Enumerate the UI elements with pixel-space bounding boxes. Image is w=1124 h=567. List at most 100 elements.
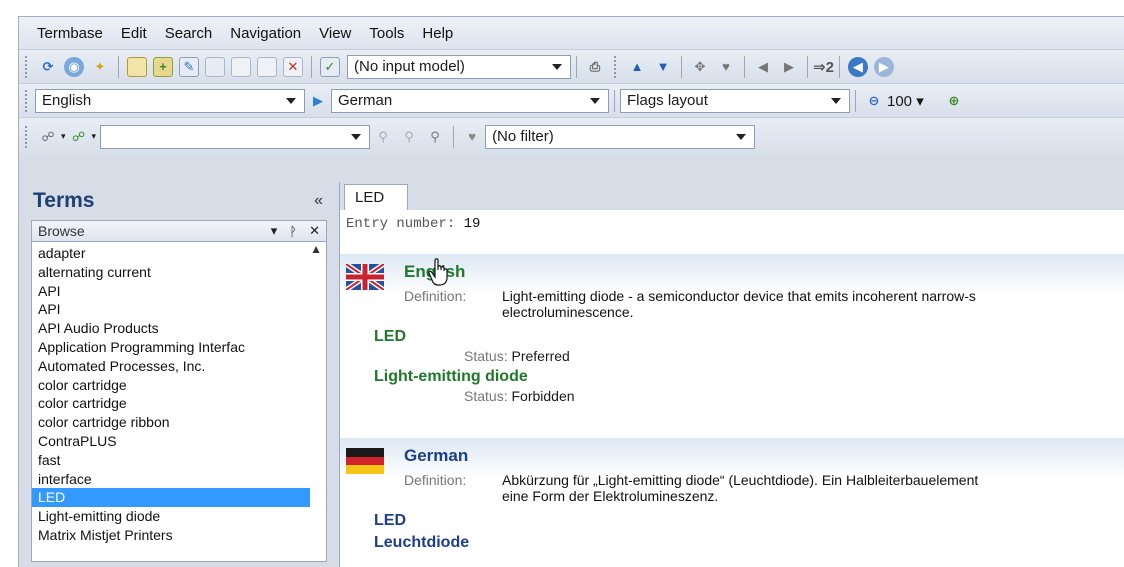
entry-view: LED Entry number: 19 English Definition:… xyxy=(339,182,1124,567)
entry-number-row: Entry number: 19 xyxy=(340,210,1124,254)
toolbar-separator xyxy=(681,55,682,78)
menu-termbase[interactable]: Termbase xyxy=(37,25,103,42)
german-term-leuchtdiode[interactable]: Leuchtdiode xyxy=(374,534,1124,552)
toolbar-separator xyxy=(807,55,808,78)
zoom-select[interactable]: 100 ▾ xyxy=(887,92,941,110)
term-list-item[interactable]: API xyxy=(32,300,310,319)
menu-navigation[interactable]: Navigation xyxy=(230,25,301,42)
check-icon[interactable]: ✓ xyxy=(320,56,340,77)
zoom-value: 100 xyxy=(887,92,913,110)
goto-entry-button[interactable]: ⇒2 xyxy=(813,58,834,76)
close-icon[interactable]: ✕ xyxy=(309,223,320,239)
uk-flag-icon xyxy=(346,264,384,290)
term-list-item[interactable]: interface xyxy=(32,470,310,489)
menu-help[interactable]: Help xyxy=(422,25,453,42)
previous-entry-icon[interactable]: ◀ xyxy=(753,57,773,77)
wand-icon[interactable]: ✦ xyxy=(90,57,110,77)
status-label: Status: xyxy=(464,348,508,364)
english-term-light-emitting-diode[interactable]: Light-emitting diode xyxy=(374,368,1124,386)
menu-edit[interactable]: Edit xyxy=(121,25,147,42)
toolbar-separator xyxy=(118,55,119,78)
globe-icon[interactable]: ◉ xyxy=(64,56,84,77)
delete-entry-icon[interactable]: ✕ xyxy=(283,56,303,77)
term-list-item[interactable]: Automated Processes, Inc. xyxy=(32,357,310,376)
pin-icon[interactable]: ᚹ xyxy=(289,224,297,239)
definition-label: Definition: xyxy=(404,288,467,304)
chevron-down-icon xyxy=(590,97,600,104)
menu-view[interactable]: View xyxy=(319,25,351,42)
print-icon[interactable]: ⎙ xyxy=(585,57,605,77)
fuzzy-search-icon[interactable]: ⚲ xyxy=(399,127,419,147)
term-list-item[interactable]: Application Programming Interfac xyxy=(32,338,310,357)
chevron-down-icon[interactable]: ▾ xyxy=(61,131,66,142)
new-entry-icon[interactable] xyxy=(127,56,147,77)
toolbar-grip[interactable] xyxy=(25,55,29,78)
toolbar-grip[interactable] xyxy=(25,89,29,112)
edit-entry-icon[interactable]: ✎ xyxy=(179,56,199,77)
status-value: Forbidden xyxy=(511,388,575,404)
copy-entry-icon[interactable] xyxy=(205,56,225,77)
term-list-item[interactable]: API xyxy=(32,282,310,301)
menu-tools[interactable]: Tools xyxy=(369,25,404,42)
term-list-item[interactable]: API Audio Products xyxy=(32,319,310,338)
save-entry-icon[interactable] xyxy=(257,56,277,77)
term-list-item[interactable]: Light-emitting diode xyxy=(32,507,310,526)
play-arrow-icon[interactable]: ▶ xyxy=(308,91,328,111)
menu-search[interactable]: Search xyxy=(165,25,213,42)
search-input[interactable] xyxy=(100,124,371,149)
english-language-label[interactable]: English xyxy=(404,262,1124,282)
add-entry-icon[interactable]: + xyxy=(153,56,173,77)
status-label: Status: xyxy=(464,388,508,404)
german-language-label[interactable]: German xyxy=(404,446,1124,466)
term-list-item[interactable]: color cartridge xyxy=(32,394,310,413)
forward-icon[interactable]: ▶ xyxy=(873,56,894,77)
goto-entry-label: 2 xyxy=(825,58,834,76)
browse-icon[interactable]: ✥ xyxy=(690,57,710,77)
chevron-down-icon[interactable]: ▼ xyxy=(653,57,673,77)
refresh-icon[interactable]: ⟳ xyxy=(38,57,58,77)
toolbar-grip[interactable] xyxy=(25,125,29,148)
term-list-item[interactable]: color cartridge ribbon xyxy=(32,413,310,432)
filter-select[interactable]: (No filter) xyxy=(485,124,756,149)
status-value: Preferred xyxy=(511,348,570,364)
search-terms-icon[interactable]: ☍ xyxy=(38,127,58,147)
layout-value: Flags layout xyxy=(627,92,708,109)
source-language-select[interactable]: English xyxy=(35,88,305,113)
back-icon[interactable]: ◀ xyxy=(847,56,868,77)
term-list-item[interactable]: adapter xyxy=(32,244,310,263)
layout-select[interactable]: Flags layout xyxy=(620,88,850,113)
german-definition: Abkürzung für „Light-emitting diode“ (Le… xyxy=(502,472,979,504)
target-language-select[interactable]: German xyxy=(331,88,609,113)
term-list-item[interactable]: Matrix Mistjet Printers xyxy=(32,526,310,545)
filter-icon[interactable]: ♥ xyxy=(462,127,482,147)
toolbar-grip[interactable] xyxy=(614,55,618,78)
search-icon[interactable]: ⚲ xyxy=(373,127,393,147)
status-row: Status: Preferred xyxy=(404,348,1124,364)
zoom-in-icon[interactable]: ⊕ xyxy=(944,91,964,111)
dropdown-icon[interactable]: ▾ xyxy=(271,223,278,239)
tab-led[interactable]: LED xyxy=(344,184,408,210)
collapse-panel-icon[interactable]: « xyxy=(314,192,323,210)
german-term-led[interactable]: LED xyxy=(374,512,1124,530)
term-list-item[interactable]: fast xyxy=(32,451,310,470)
term-list[interactable]: ▲ adapter alternating current API API API Au… xyxy=(31,242,327,562)
search-fuzzy-icon[interactable]: ☍ xyxy=(69,127,89,147)
term-list-item[interactable]: alternating current xyxy=(32,263,310,282)
chevron-down-icon[interactable]: ▾ xyxy=(92,131,97,142)
toolbar-separator xyxy=(453,125,455,148)
term-list-item[interactable]: color cartridge xyxy=(32,376,310,395)
english-term-led[interactable]: LED xyxy=(374,328,1124,346)
full-text-search-icon[interactable]: ⚲ xyxy=(425,127,445,147)
toolbar-separator xyxy=(855,89,856,112)
next-entry-icon[interactable]: ▶ xyxy=(779,57,799,77)
german-definition-row: Definition: Abkürzung für „Light-emittin… xyxy=(404,472,1124,504)
term-list-item[interactable]: ContraPLUS xyxy=(32,432,310,451)
chevron-up-icon[interactable]: ▲ xyxy=(627,57,647,77)
hand-cursor-icon xyxy=(428,258,448,286)
page-icon[interactable] xyxy=(231,56,251,77)
filter-icon[interactable]: ♥ xyxy=(716,57,736,77)
scroll-up-icon[interactable]: ▲ xyxy=(310,242,322,256)
zoom-out-icon[interactable]: ⊖ xyxy=(864,91,884,111)
input-model-select[interactable]: (No input model) xyxy=(347,54,571,79)
term-list-item[interactable]: LED xyxy=(32,488,310,508)
